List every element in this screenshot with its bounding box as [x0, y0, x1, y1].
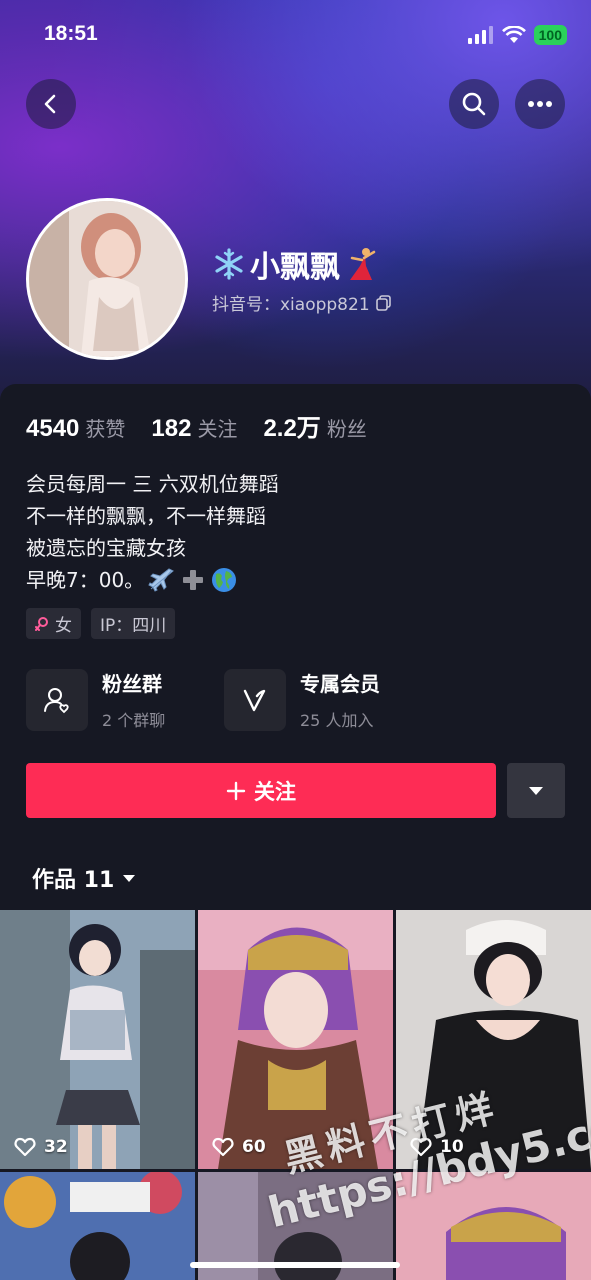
recommend-dropdown-button[interactable] [507, 763, 565, 818]
ip-tag: IP：四川 [91, 608, 176, 639]
fan-group-title: 粉丝群 [102, 672, 162, 696]
fan-group-icon-box [26, 668, 88, 731]
vip-title: 专属会员 [300, 672, 380, 696]
search-icon [462, 92, 486, 116]
stat-likes-value: 4540 [26, 415, 80, 442]
caret-down-icon [123, 874, 136, 882]
ip-label: IP：四川 [100, 616, 167, 636]
status-bar: 18:51 100 [0, 22, 591, 52]
snowflake-icon [215, 248, 243, 280]
back-button[interactable] [26, 79, 76, 129]
gender-label: 女 [55, 616, 72, 636]
female-icon [35, 616, 48, 631]
stat-likes[interactable]: 4540 获赞 [26, 413, 125, 443]
search-button[interactable] [449, 79, 499, 129]
more-dots-icon [528, 101, 552, 107]
douyin-id[interactable]: 抖音号：xiaopp821 [212, 290, 392, 315]
fan-group-card[interactable]: 粉丝群 2 个群聊 [26, 668, 224, 731]
more-options-button[interactable] [515, 79, 565, 129]
like-count-value: 32 [44, 1137, 68, 1157]
vip-card[interactable]: 专属会员 25 人加入 [224, 668, 422, 731]
bio: 会员每周一 三 六双机位舞蹈 不一样的飘飘，不一样舞蹈 被遗忘的宝藏女孩 早晚7… [26, 468, 279, 596]
status-time: 18:51 [44, 22, 98, 45]
plus-icon [226, 781, 246, 800]
plus-icon [183, 570, 204, 590]
video-thumbnail-image [0, 1172, 195, 1280]
avatar[interactable] [26, 198, 188, 360]
stat-followers-label: 粉丝 [326, 417, 367, 441]
follow-button[interactable]: 关注 [26, 763, 496, 818]
fan-group-icon [44, 687, 69, 713]
vip-icon-box [224, 668, 286, 731]
bio-line: 不一样的飘飘，不一样舞蹈 [26, 504, 266, 528]
stat-likes-label: 获赞 [85, 417, 126, 441]
works-tab[interactable]: 作品 11 [32, 862, 136, 894]
globe-icon [212, 568, 237, 592]
stat-following-label: 关注 [197, 417, 238, 441]
chevron-left-icon [44, 94, 56, 114]
airplane-icon [148, 568, 175, 592]
video-thumbnail[interactable]: 32 [0, 910, 195, 1169]
vip-icon [243, 689, 266, 711]
video-thumbnail-image [0, 910, 195, 1169]
profile-tags: 女 IP：四川 [26, 608, 176, 639]
video-thumbnail[interactable] [0, 1172, 195, 1280]
caret-down-icon [529, 786, 543, 795]
bio-line-with-emoji: 早晚7：00。 [26, 564, 279, 596]
works-tab-label: 作品 11 [32, 868, 115, 893]
copy-icon[interactable] [375, 294, 392, 311]
gender-tag: 女 [26, 608, 81, 639]
stat-following[interactable]: 182 关注 [151, 413, 237, 443]
profile-stats: 4540 获赞 182 关注 2.2万 粉丝 [26, 408, 367, 443]
stat-followers[interactable]: 2.2万 粉丝 [263, 408, 366, 443]
bio-line: 早晚7：00。 [26, 568, 145, 592]
wifi-icon [501, 26, 526, 43]
stat-following-value: 182 [151, 415, 192, 442]
vip-text: 专属会员 25 人加入 [300, 668, 380, 731]
fan-group-text: 粉丝群 2 个群聊 [102, 668, 165, 731]
feature-cards: 粉丝群 2 个群聊 专属会员 25 人加入 [26, 668, 422, 731]
bio-line: 被遗忘的宝藏女孩 [26, 536, 186, 560]
avatar-photo [29, 201, 185, 357]
status-icons: 100 [467, 25, 567, 45]
follow-label: 关注 [254, 779, 296, 804]
nickname-text: 小飘飘 [250, 250, 340, 285]
battery-indicator: 100 [533, 25, 567, 45]
dancer-icon [350, 248, 376, 280]
signal-icon [467, 26, 493, 44]
fan-group-subtitle: 2 个群聊 [102, 711, 166, 730]
vip-subtitle: 25 人加入 [300, 711, 374, 730]
home-indicator[interactable] [190, 1262, 400, 1268]
heart-outline-icon [14, 1137, 36, 1157]
like-count: 32 [14, 1137, 68, 1157]
bio-line: 会员每周一 三 六双机位舞蹈 [26, 472, 279, 496]
stat-followers-value: 2.2万 [263, 415, 321, 442]
heart-outline-icon [212, 1137, 234, 1157]
nickname: 小飘飘 [212, 242, 378, 286]
douyin-id-text: 抖音号：xiaopp821 [212, 295, 370, 315]
